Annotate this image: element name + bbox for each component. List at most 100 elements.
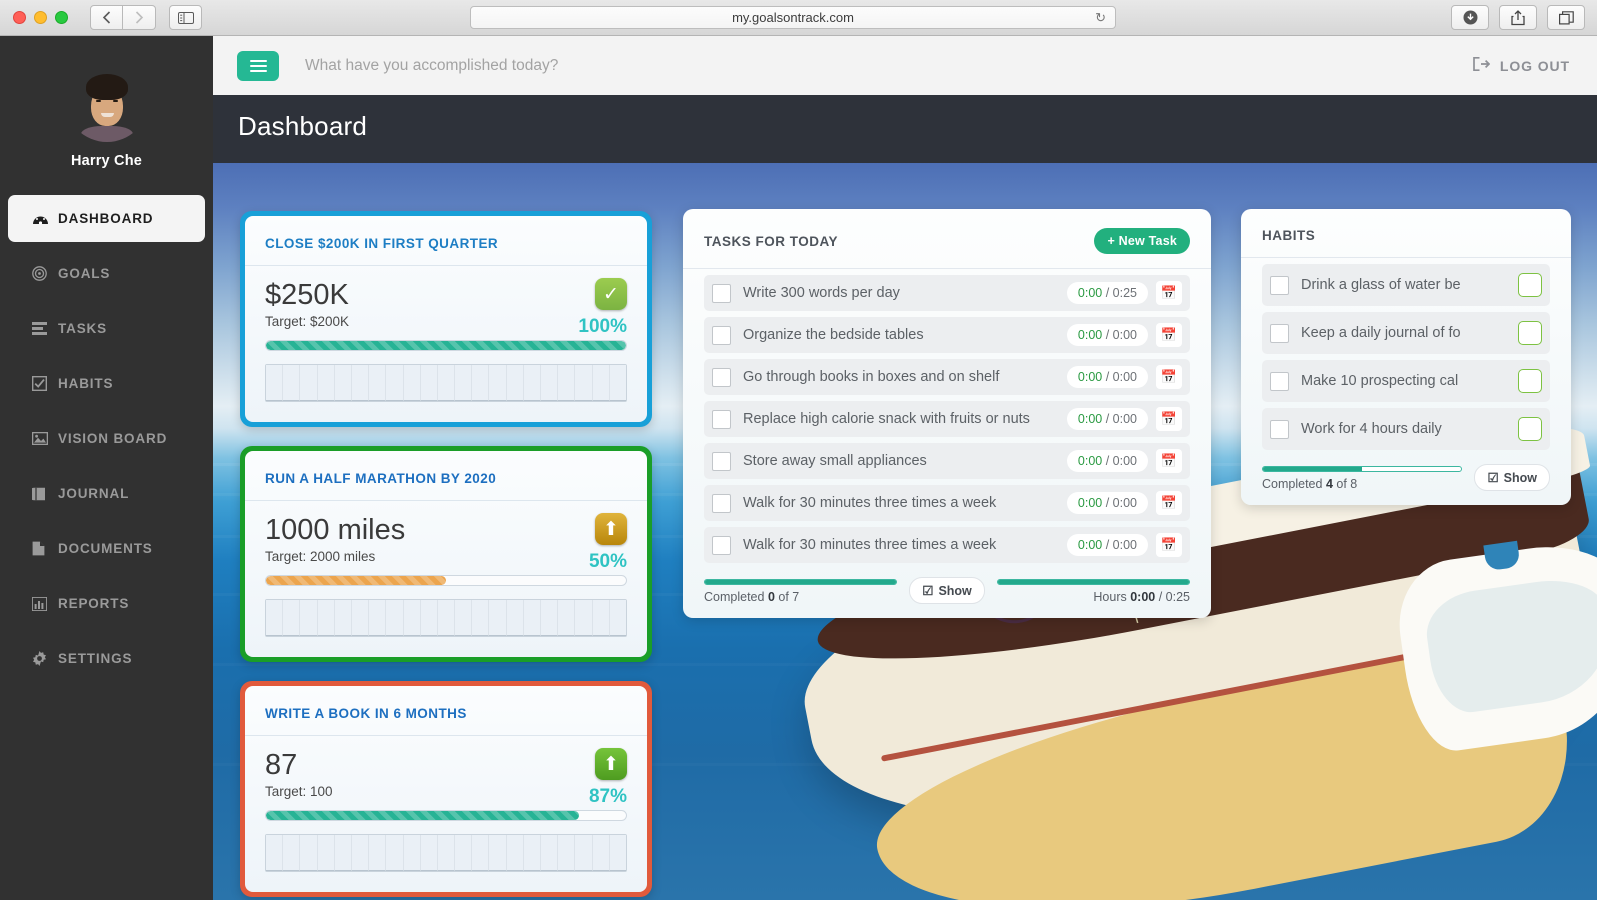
calendar-icon[interactable]: 📅: [1156, 323, 1182, 347]
sidebar-item-journal[interactable]: JOURNAL: [0, 470, 213, 517]
task-checkbox[interactable]: [712, 326, 731, 345]
table-row[interactable]: Write 300 words per day 0:00 / 0:25 📅: [704, 275, 1190, 311]
task-time[interactable]: 0:00 / 0:25: [1067, 282, 1148, 304]
habit-today-toggle[interactable]: [1518, 417, 1542, 441]
calendar-icon[interactable]: 📅: [1156, 491, 1182, 515]
sidebar-item-vision-board[interactable]: VISION BOARD: [0, 415, 213, 462]
calendar-icon[interactable]: 📅: [1156, 407, 1182, 431]
task-checkbox[interactable]: [712, 452, 731, 471]
habit-checkbox[interactable]: [1270, 372, 1289, 391]
task-time-total: / 0:00: [1106, 412, 1137, 426]
calendar-icon[interactable]: 📅: [1156, 533, 1182, 557]
tasks-completed-bar: [704, 579, 897, 585]
tasks-panel-header: TASKS FOR TODAY + New Task: [683, 209, 1211, 269]
task-checkbox[interactable]: [712, 284, 731, 303]
tabs-icon[interactable]: [1547, 5, 1585, 30]
task-time[interactable]: 0:00 / 0:00: [1067, 534, 1148, 556]
task-checkbox[interactable]: [712, 536, 731, 555]
toolbar-right-buttons[interactable]: [1451, 5, 1585, 30]
goal-target: Target: $200K: [265, 314, 627, 329]
navigation-buttons[interactable]: [90, 5, 202, 30]
hamburger-icon[interactable]: [237, 51, 279, 81]
habits-show-button[interactable]: ☑ Show: [1474, 464, 1550, 491]
habit-today-toggle[interactable]: [1518, 321, 1542, 345]
completed-prefix: Completed: [704, 590, 768, 604]
sidebar-item-habits[interactable]: HABITS: [0, 360, 213, 407]
download-icon[interactable]: [1451, 5, 1489, 30]
arrow-up-icon[interactable]: ⬆: [595, 513, 627, 545]
goal-cell-grid[interactable]: [265, 364, 627, 402]
avatar[interactable]: [65, 58, 149, 142]
goal-cell-grid[interactable]: [265, 599, 627, 637]
table-row[interactable]: Replace high calorie snack with fruits o…: [704, 401, 1190, 437]
goal-cell-grid[interactable]: [265, 834, 627, 872]
table-row[interactable]: Organize the bedside tables 0:00 / 0:00 …: [704, 317, 1190, 353]
sidebar-item-reports[interactable]: REPORTS: [0, 580, 213, 627]
logout-icon: [1473, 57, 1490, 74]
sidebar-item-documents[interactable]: DOCUMENTS: [0, 525, 213, 572]
sidebar-toggle-icon[interactable]: [169, 5, 202, 30]
list-item[interactable]: Keep a daily journal of fo: [1262, 312, 1550, 354]
calendar-icon[interactable]: 📅: [1156, 365, 1182, 389]
tasks-show-button[interactable]: ☑ Show: [909, 577, 985, 604]
checkbox-icon: [32, 376, 58, 391]
goal-progress-bar: [265, 575, 627, 586]
forward-button[interactable]: [123, 5, 156, 30]
table-row[interactable]: Walk for 30 minutes three times a week 0…: [704, 485, 1190, 521]
minimize-window-button[interactable]: [34, 11, 47, 24]
habit-checkbox[interactable]: [1270, 276, 1289, 295]
reload-icon[interactable]: ↻: [1095, 10, 1106, 26]
list-item[interactable]: Drink a glass of water be: [1262, 264, 1550, 306]
task-time[interactable]: 0:00 / 0:00: [1067, 450, 1148, 472]
share-icon[interactable]: [1499, 5, 1537, 30]
habit-today-toggle[interactable]: [1518, 369, 1542, 393]
task-time[interactable]: 0:00 / 0:00: [1067, 324, 1148, 346]
sidebar-nav: DASHBOARD GOALS TASKS HABITS VISION BOAR…: [0, 195, 213, 682]
close-window-button[interactable]: [13, 11, 26, 24]
task-checkbox[interactable]: [712, 410, 731, 429]
accomplished-prompt[interactable]: What have you accomplished today?: [305, 57, 558, 75]
back-button[interactable]: [90, 5, 123, 30]
calendar-icon[interactable]: 📅: [1156, 449, 1182, 473]
goal-card[interactable]: WRITE A BOOK IN 6 MONTHS 87 Target: 100 …: [240, 681, 652, 897]
sidebar-item-settings[interactable]: SETTINGS: [0, 635, 213, 682]
habit-label: Make 10 prospecting cal: [1301, 373, 1512, 389]
goal-percent: 50%: [589, 551, 627, 573]
goal-title: CLOSE $200K IN FIRST QUARTER: [245, 216, 647, 266]
habit-checkbox[interactable]: [1270, 324, 1289, 343]
new-task-button[interactable]: + New Task: [1094, 228, 1190, 254]
task-time[interactable]: 0:00 / 0:00: [1067, 492, 1148, 514]
goal-card[interactable]: CLOSE $200K IN FIRST QUARTER $250K Targe…: [240, 211, 652, 427]
goal-percent: 100%: [578, 316, 627, 338]
habit-checkbox[interactable]: [1270, 420, 1289, 439]
hours-spent: 0:00: [1130, 590, 1155, 604]
sidebar-item-tasks[interactable]: TASKS: [0, 305, 213, 352]
task-checkbox[interactable]: [712, 368, 731, 387]
table-row[interactable]: Store away small appliances 0:00 / 0:00 …: [704, 443, 1190, 479]
logout-button[interactable]: LOG OUT: [1473, 57, 1570, 74]
task-checkbox[interactable]: [712, 494, 731, 513]
completed-prefix: Completed: [1262, 477, 1326, 491]
task-time[interactable]: 0:00 / 0:00: [1067, 408, 1148, 430]
calendar-icon[interactable]: 📅: [1156, 281, 1182, 305]
sidebar-item-label: REPORTS: [58, 596, 129, 611]
window-controls[interactable]: [13, 11, 68, 24]
list-item[interactable]: Make 10 prospecting cal: [1262, 360, 1550, 402]
maximize-window-button[interactable]: [55, 11, 68, 24]
goal-card[interactable]: RUN A HALF MARATHON BY 2020 1000 miles T…: [240, 446, 652, 662]
habits-list: Drink a glass of water be Keep a daily j…: [1241, 264, 1571, 450]
address-bar[interactable]: my.goalsontrack.com ↻: [470, 6, 1116, 29]
task-time-spent: 0:00: [1078, 538, 1102, 552]
arrow-up-icon[interactable]: ⬆: [595, 748, 627, 780]
table-row[interactable]: Go through books in boxes and on shelf 0…: [704, 359, 1190, 395]
habit-today-toggle[interactable]: [1518, 273, 1542, 297]
task-time[interactable]: 0:00 / 0:00: [1067, 366, 1148, 388]
table-row[interactable]: Walk for 30 minutes three times a week 0…: [704, 527, 1190, 563]
sidebar-item-goals[interactable]: GOALS: [0, 250, 213, 297]
sidebar-item-label: SETTINGS: [58, 651, 132, 666]
check-icon[interactable]: ✓: [595, 278, 627, 310]
habits-panel-footer: Completed 4 of 8 ☑ Show: [1241, 456, 1571, 505]
goal-target: Target: 100: [265, 784, 627, 799]
sidebar-item-dashboard[interactable]: DASHBOARD: [8, 195, 205, 242]
list-item[interactable]: Work for 4 hours daily: [1262, 408, 1550, 450]
